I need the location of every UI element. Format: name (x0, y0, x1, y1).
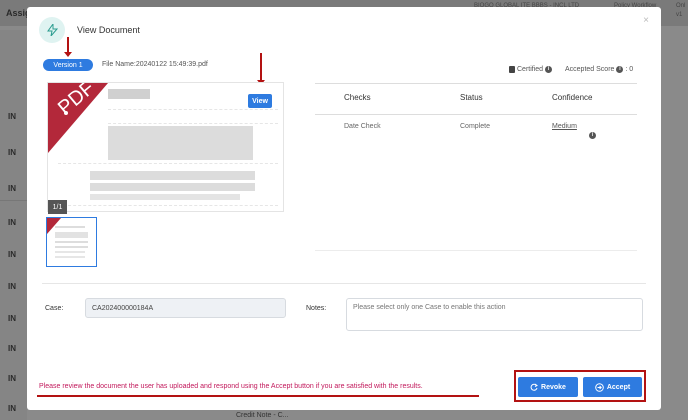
info-icon[interactable]: i (616, 66, 624, 73)
case-field[interactable] (85, 298, 286, 318)
column-header-status: Status (460, 93, 483, 102)
thumbnail-preview (47, 218, 88, 258)
version-tab[interactable]: Version 1 (43, 59, 93, 71)
notes-label: Notes: (306, 305, 327, 312)
check-status: Complete (460, 123, 490, 130)
column-header-confidence: Confidence (552, 93, 593, 102)
doc-line (108, 109, 278, 110)
doc-line (58, 205, 278, 206)
page-thumbnail[interactable] (46, 217, 97, 267)
case-label: Case: (45, 305, 64, 312)
table-bottom-border (315, 250, 637, 251)
revoke-icon (530, 383, 538, 391)
doc-body-block (108, 126, 253, 160)
column-header-checks: Checks (344, 93, 371, 102)
certificate-icon (509, 66, 515, 73)
doc-line (108, 123, 278, 124)
annotation-underline (37, 395, 479, 397)
check-name: Date Check (344, 123, 381, 130)
background-row: IN (8, 374, 16, 383)
check-confidence[interactable]: Medium (552, 123, 577, 130)
accepted-score-value: : 0 (625, 66, 634, 73)
certified-status: Certified i (509, 66, 553, 73)
lightning-icon (39, 17, 65, 43)
table-header-border (315, 114, 637, 115)
accepted-score: Accepted Score i : 0 (565, 66, 633, 73)
confidence-info-icon[interactable]: i (589, 123, 596, 141)
arrow-circle-icon (595, 382, 604, 392)
background-row: IN (8, 282, 16, 291)
file-name-value: 20240122 15:49:39.pdf (135, 61, 208, 68)
certified-label: Certified (517, 66, 544, 73)
background-row: IN (8, 218, 16, 227)
info-icon[interactable]: i (545, 66, 553, 73)
notes-field[interactable] (346, 298, 643, 331)
background-divider (0, 200, 27, 201)
accept-button-label: Accept (606, 383, 631, 391)
doc-line (58, 163, 278, 164)
doc-body-line (90, 183, 255, 191)
instruction-text: Please review the document the user has … (39, 383, 423, 390)
background-bottom-text: Credit Note - C... (236, 412, 289, 419)
page-indicator: 1/1 (48, 200, 67, 214)
file-name: File Name:20240122 15:49:39.pdf (102, 61, 208, 68)
annotation-arrow-version (64, 37, 72, 57)
view-document-modal: View Document × Version 1 File Name:2024… (27, 7, 661, 410)
modal-title: View Document (77, 25, 140, 35)
pdf-ribbon-icon: PDF (48, 83, 108, 153)
annotation-arrow-view (257, 53, 265, 85)
background-row: IN (8, 344, 16, 353)
background-row: IN (8, 314, 16, 323)
background-row: IN (8, 250, 16, 259)
background-row: IN (8, 404, 16, 413)
accepted-score-label: Accepted Score (565, 66, 615, 73)
background-col-label: Onl (676, 3, 686, 9)
background-col-version: v1 (676, 12, 683, 18)
background-row: IN (8, 184, 16, 193)
revoke-button-label: Revoke (541, 383, 566, 391)
section-divider (42, 283, 646, 284)
file-name-label: File Name: (102, 61, 136, 68)
revoke-button[interactable]: Revoke (518, 377, 578, 397)
view-button[interactable]: View (248, 94, 272, 108)
doc-body-line (90, 171, 255, 180)
background-row: IN (8, 112, 16, 121)
doc-header-block (108, 89, 150, 99)
accept-button[interactable]: Accept (583, 377, 642, 397)
doc-body-line (90, 194, 240, 200)
close-icon[interactable]: × (643, 15, 649, 26)
background-row: IN (8, 148, 16, 157)
table-top-border (315, 83, 637, 84)
